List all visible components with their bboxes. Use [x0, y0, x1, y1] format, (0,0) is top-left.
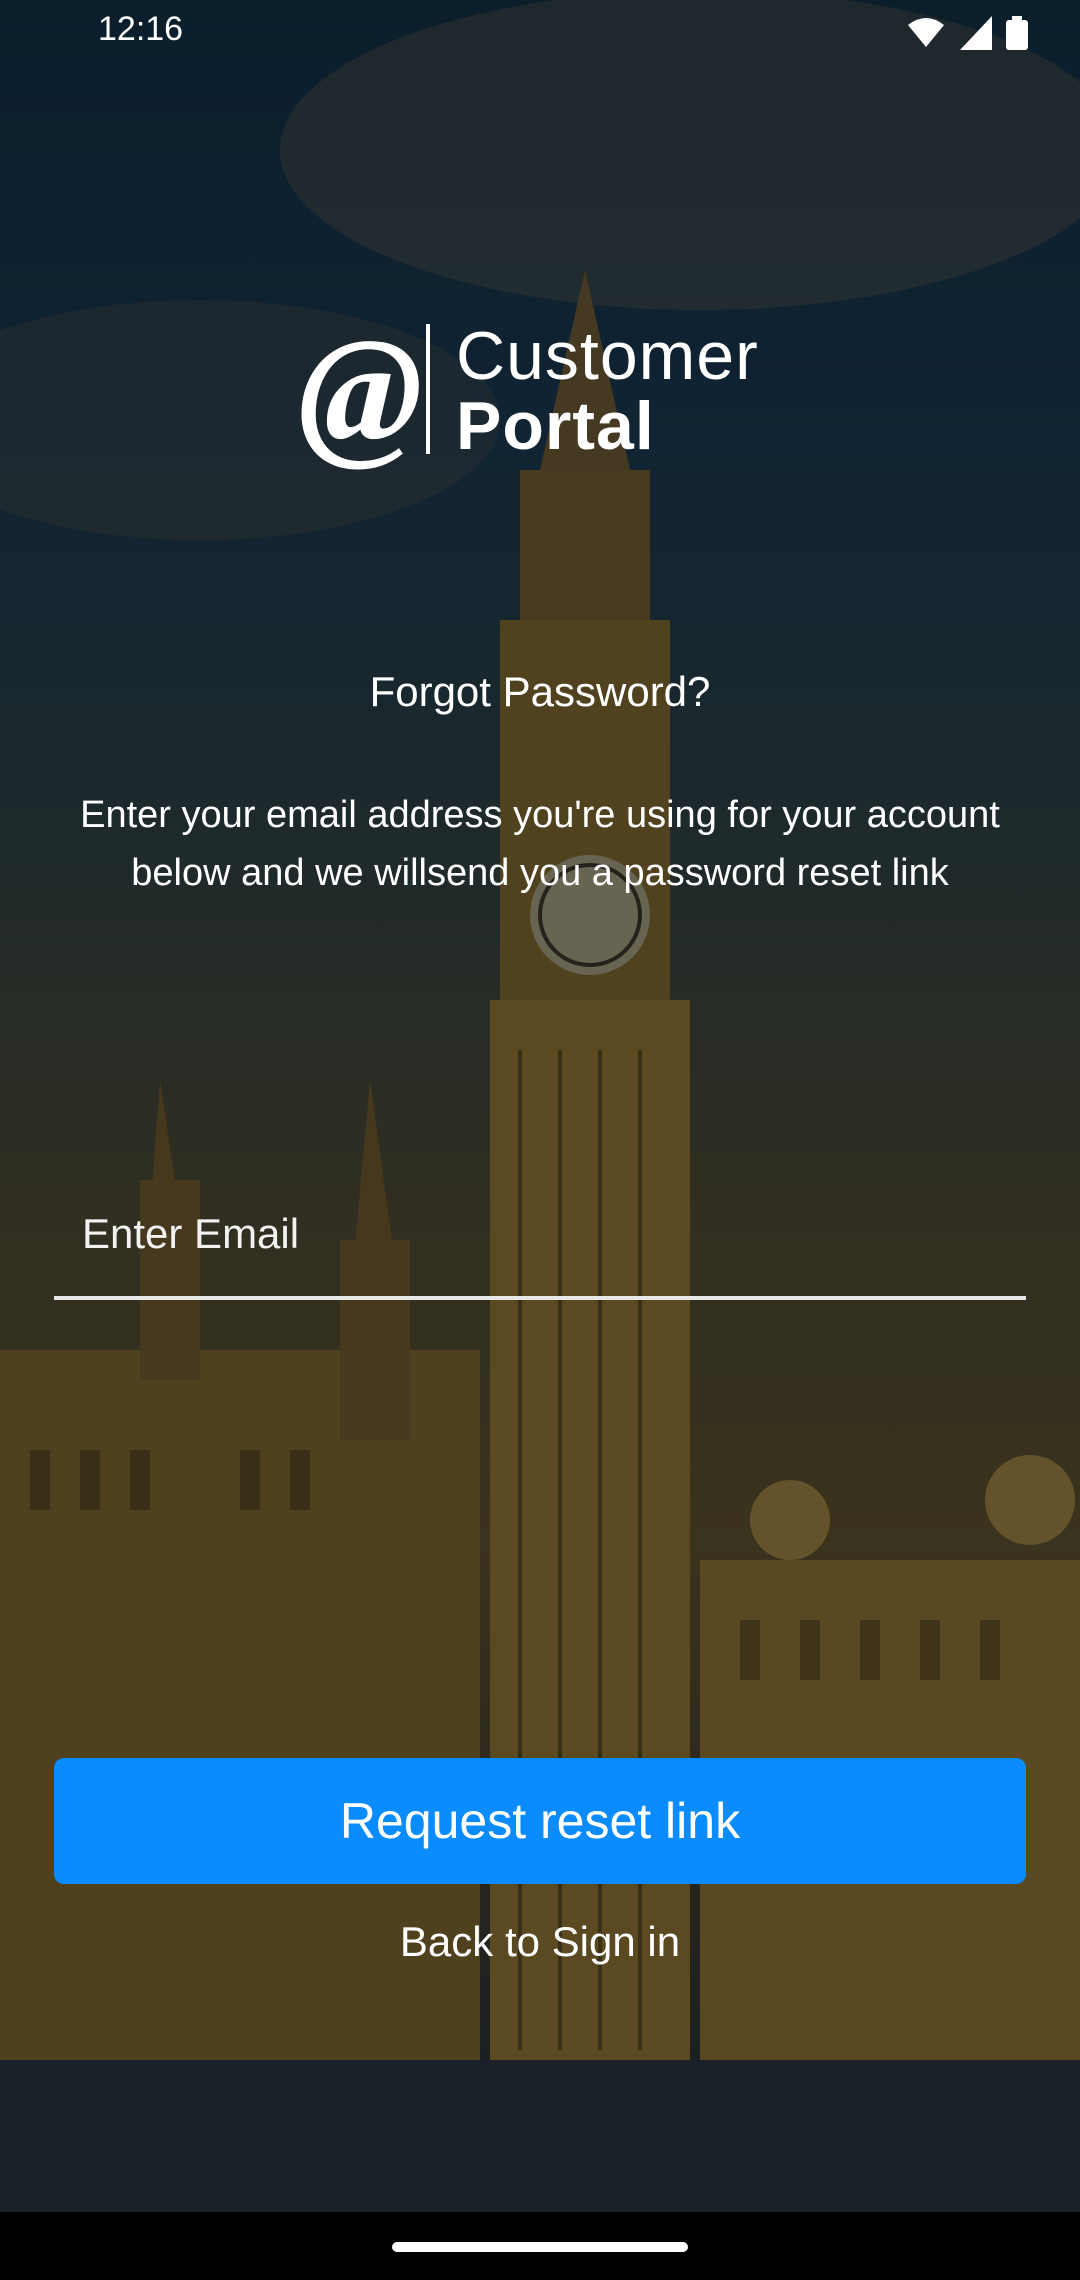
- status-icons: [906, 14, 1028, 52]
- at-sign-logo-icon: @: [298, 308, 423, 474]
- battery-icon: [1006, 16, 1028, 50]
- customer-portal-logo: @ Customer Portal: [298, 308, 782, 474]
- email-field[interactable]: Enter Email: [54, 1196, 1026, 1300]
- status-time: 12:16: [98, 10, 184, 48]
- request-reset-link-button[interactable]: Request reset link: [54, 1758, 1026, 1884]
- page-subtitle: Enter your email address you're using fo…: [80, 794, 1000, 894]
- page-title: Forgot Password?: [369, 668, 711, 715]
- logo-divider: [426, 324, 430, 454]
- back-to-sign-in-link[interactable]: Back to Sign in: [0, 1918, 1080, 1966]
- logo-text-line1: Customer: [456, 318, 759, 394]
- signal-icon: [960, 16, 992, 50]
- email-underline: [54, 1296, 1026, 1300]
- logo-text-line2: Portal: [456, 388, 655, 464]
- email-placeholder: Enter Email: [82, 1210, 300, 1257]
- home-indicator[interactable]: [392, 2242, 688, 2252]
- status-bar: 12:16: [0, 0, 1080, 66]
- wifi-icon: [908, 18, 944, 47]
